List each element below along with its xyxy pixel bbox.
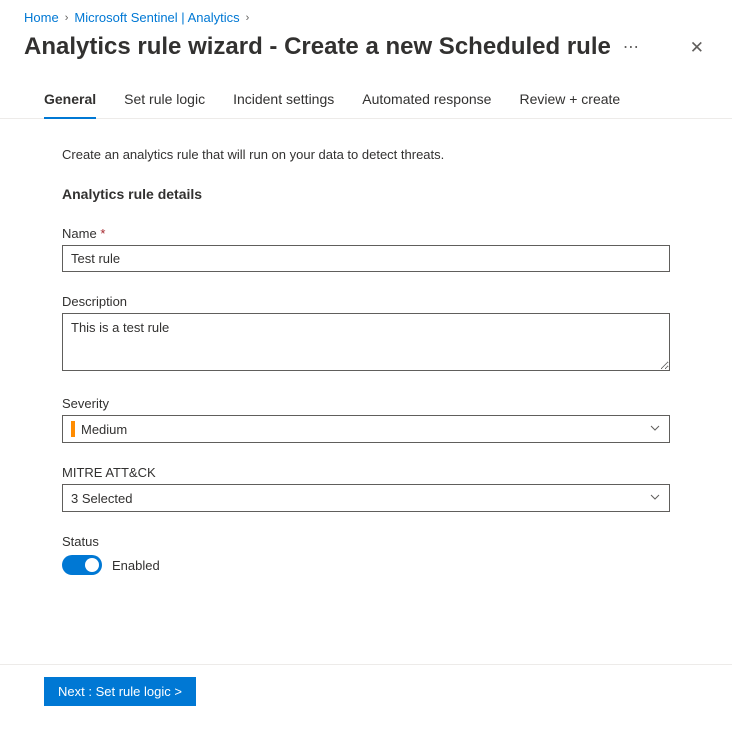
status-label: Status: [62, 534, 670, 549]
mitre-value: 3 Selected: [71, 491, 132, 506]
wizard-footer: Next : Set rule logic >: [0, 664, 732, 706]
section-title: Analytics rule details: [62, 186, 670, 202]
tabs: General Set rule logic Incident settings…: [0, 61, 732, 119]
field-severity: Severity Medium: [62, 396, 670, 443]
tab-automated-response[interactable]: Automated response: [362, 91, 491, 119]
description-input[interactable]: This is a test rule: [62, 313, 670, 371]
more-icon[interactable]: ⋯: [623, 37, 640, 57]
field-description: Description This is a test rule: [62, 294, 670, 374]
intro-text: Create an analytics rule that will run o…: [62, 147, 670, 162]
field-status: Status Enabled: [62, 534, 670, 575]
severity-label: Severity: [62, 396, 670, 411]
close-button[interactable]: ✕: [686, 35, 708, 60]
toggle-knob: [85, 558, 99, 572]
tab-incident-settings[interactable]: Incident settings: [233, 91, 334, 119]
breadcrumb-sentinel[interactable]: Microsoft Sentinel | Analytics: [74, 10, 239, 25]
tab-general[interactable]: General: [44, 91, 96, 119]
chevron-right-icon: ›: [246, 12, 250, 24]
severity-value: Medium: [81, 422, 127, 437]
name-label: Name *: [62, 226, 670, 241]
page-title: Analytics rule wizard - Create a new Sch…: [24, 33, 611, 61]
chevron-down-icon: [649, 491, 661, 506]
field-name: Name *: [62, 226, 670, 272]
chevron-down-icon: [649, 422, 661, 437]
next-button[interactable]: Next : Set rule logic >: [44, 677, 196, 706]
tab-review-create[interactable]: Review + create: [519, 91, 620, 119]
mitre-label: MITRE ATT&CK: [62, 465, 670, 480]
breadcrumb-home[interactable]: Home: [24, 10, 59, 25]
description-label: Description: [62, 294, 670, 309]
name-input[interactable]: [62, 245, 670, 272]
breadcrumb: Home › Microsoft Sentinel | Analytics ›: [0, 0, 732, 25]
mitre-select[interactable]: 3 Selected: [62, 484, 670, 512]
status-toggle[interactable]: [62, 555, 102, 575]
required-marker: *: [100, 226, 105, 241]
severity-color-icon: [71, 421, 75, 437]
field-mitre: MITRE ATT&CK 3 Selected: [62, 465, 670, 512]
chevron-right-icon: ›: [65, 12, 69, 24]
tab-set-rule-logic[interactable]: Set rule logic: [124, 91, 205, 119]
close-icon: ✕: [690, 38, 704, 57]
page-header: Analytics rule wizard - Create a new Sch…: [0, 25, 732, 61]
wizard-content: Create an analytics rule that will run o…: [0, 119, 732, 575]
status-value: Enabled: [112, 558, 160, 573]
severity-select[interactable]: Medium: [62, 415, 670, 443]
